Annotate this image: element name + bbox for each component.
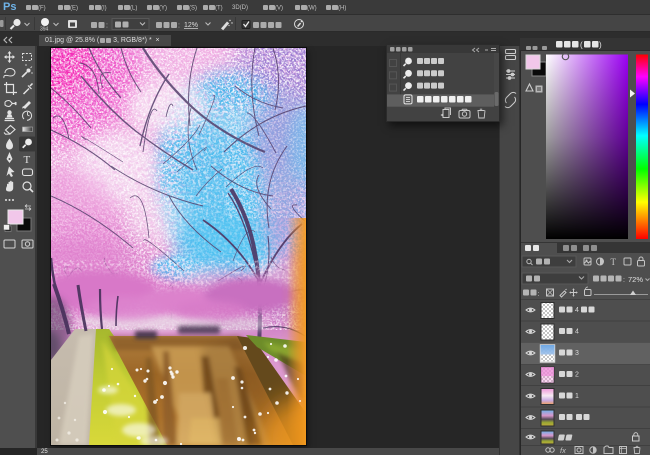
svg-text:1: 1 xyxy=(575,393,579,400)
svg-text:): ) xyxy=(599,41,602,50)
svg-text::: : xyxy=(623,277,625,284)
svg-text:fx: fx xyxy=(560,446,566,455)
svg-text:4: 4 xyxy=(575,329,579,336)
svg-text:2: 2 xyxy=(575,372,579,379)
svg-text:72%: 72% xyxy=(628,275,643,284)
svg-text:4: 4 xyxy=(575,307,579,314)
svg-text:T: T xyxy=(611,257,617,267)
svg-text::: : xyxy=(178,23,180,30)
svg-text:(: ( xyxy=(580,41,583,50)
svg-text::: : xyxy=(106,23,108,30)
svg-text:12%: 12% xyxy=(184,22,198,29)
svg-text:T: T xyxy=(24,154,31,166)
svg-text::: : xyxy=(538,291,540,298)
svg-text:3: 3 xyxy=(575,350,579,357)
